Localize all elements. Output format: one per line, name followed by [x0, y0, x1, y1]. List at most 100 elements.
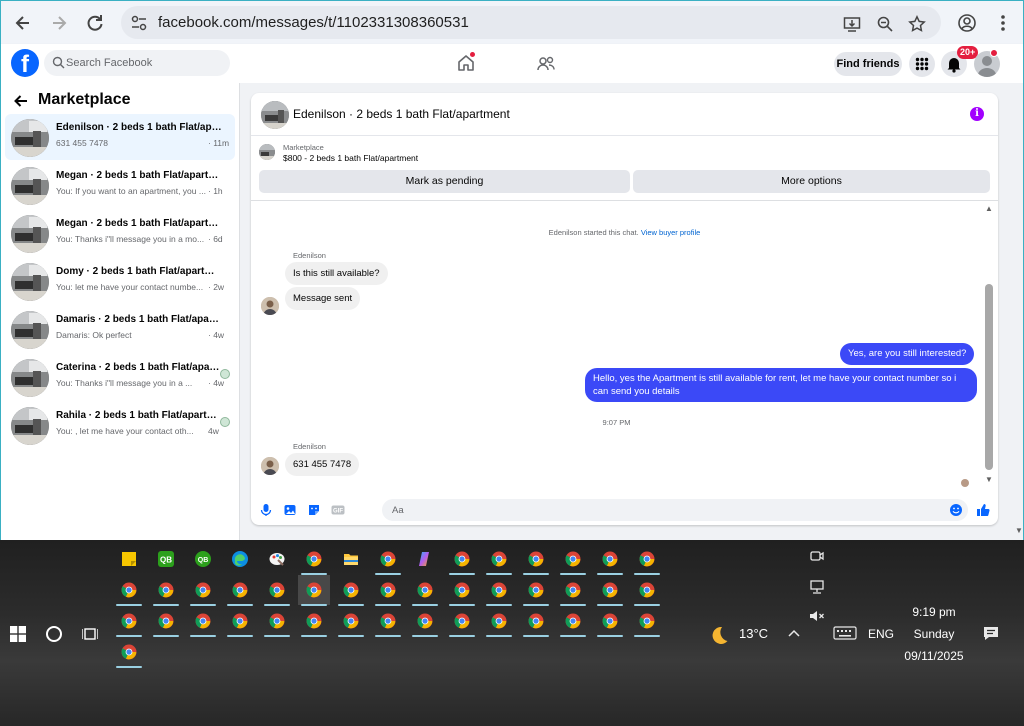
file-explorer-app[interactable] — [335, 544, 367, 574]
profile-icon[interactable] — [954, 10, 980, 36]
facebook-logo[interactable]: f — [11, 49, 39, 77]
windows-start-icon[interactable] — [10, 626, 26, 642]
chrome-window-app[interactable] — [631, 575, 663, 606]
meet-now-icon[interactable] — [808, 547, 826, 565]
chrome-window-app[interactable] — [113, 606, 145, 637]
chrome-window-app[interactable] — [483, 606, 515, 637]
chrome-window-app[interactable] — [150, 575, 182, 606]
photo-icon[interactable] — [283, 503, 297, 517]
scroll-down-icon[interactable]: ▼ — [984, 476, 994, 484]
find-friends-button[interactable]: Find friends — [834, 52, 902, 76]
chrome-window-app[interactable] — [150, 606, 182, 637]
chrome-window-app[interactable] — [113, 637, 145, 668]
page-scrollbar[interactable]: ▼ — [1014, 83, 1024, 540]
chrome-window-app[interactable] — [594, 544, 626, 575]
conversation-item[interactable]: Megan · 2 beds 1 bath Flat/apartment You:… — [5, 210, 235, 256]
conversation-item[interactable]: Domy · 2 beds 1 bath Flat/apartment You: … — [5, 258, 235, 304]
chrome-window-app[interactable] — [446, 606, 478, 637]
network-icon[interactable] — [808, 578, 826, 596]
chrome-window-app[interactable] — [409, 606, 441, 637]
sender-avatar[interactable] — [261, 457, 279, 475]
chrome-window-app[interactable] — [557, 544, 589, 575]
incoming-message[interactable]: Is this still available? — [285, 262, 388, 285]
volume-muted-icon[interactable] — [808, 607, 826, 625]
chrome-window-app[interactable] — [372, 544, 404, 575]
chrome-window-app[interactable] — [594, 606, 626, 637]
listing-summary[interactable]: Marketplace $800 - 2 beds 1 bath Flat/ap… — [251, 136, 998, 166]
quickbooks-app[interactable]: QB — [150, 544, 182, 574]
chrome-window-app[interactable] — [113, 575, 145, 606]
copilot-app[interactable] — [409, 544, 441, 574]
message-input[interactable] — [382, 499, 968, 521]
friends-icon[interactable] — [536, 54, 556, 74]
browser-menu-icon[interactable] — [990, 10, 1016, 36]
chrome-window-app[interactable] — [224, 606, 256, 637]
back-arrow-icon[interactable] — [10, 10, 36, 36]
forward-arrow-icon[interactable] — [46, 10, 72, 36]
chrome-window-app[interactable] — [372, 575, 404, 606]
conversation-item[interactable]: Damaris · 2 beds 1 bath Flat/apartment Da… — [5, 306, 235, 352]
bookmark-star-icon[interactable] — [908, 15, 926, 33]
chrome-window-app[interactable] — [557, 606, 589, 637]
keyboard-icon[interactable] — [833, 624, 857, 642]
action-center-icon[interactable] — [982, 624, 1000, 642]
chrome-window-app[interactable] — [224, 575, 256, 606]
chrome-window-app[interactable] — [187, 575, 219, 606]
thumbs-up-icon[interactable] — [976, 503, 990, 517]
sticky-notes-app[interactable] — [113, 544, 145, 574]
task-view-icon[interactable] — [81, 626, 99, 642]
chrome-window-app[interactable] — [446, 544, 478, 575]
view-buyer-profile-link[interactable]: View buyer profile — [641, 228, 700, 237]
outgoing-message[interactable]: Hello, yes the Apartment is still availa… — [585, 368, 977, 402]
paint-app[interactable] — [261, 544, 293, 574]
reload-icon[interactable] — [82, 10, 108, 36]
conversation-item[interactable]: Rahila · 2 beds 1 bath Flat/apartment You… — [5, 402, 235, 448]
chrome-window-app[interactable] — [187, 606, 219, 637]
clock-time[interactable]: 9:19 pm — [898, 605, 970, 619]
taskbar-search-icon[interactable] — [46, 626, 62, 642]
address-bar[interactable]: facebook.com/messages/t/1102331308360531 — [121, 6, 941, 39]
chrome-window-app[interactable] — [409, 575, 441, 606]
outgoing-message[interactable]: Yes, are you still interested? — [840, 343, 975, 365]
mark-as-pending-button[interactable]: Mark as pending — [259, 170, 630, 193]
facebook-search[interactable] — [44, 50, 230, 76]
chat-scrollbar[interactable] — [985, 284, 993, 470]
search-input[interactable] — [66, 54, 224, 72]
clock-day[interactable]: Sunday — [898, 627, 970, 641]
back-arrow-icon[interactable] — [13, 93, 29, 109]
info-icon[interactable]: i — [970, 107, 984, 121]
chrome-window-app[interactable] — [557, 575, 589, 606]
chrome-window-app[interactable] — [298, 544, 330, 575]
sender-avatar[interactable] — [261, 297, 279, 315]
chrome-window-app[interactable] — [594, 575, 626, 606]
chrome-window-app[interactable] — [520, 544, 552, 575]
language-indicator[interactable]: ENG — [868, 627, 894, 641]
incoming-message[interactable]: 631 455 7478 — [285, 453, 360, 476]
chrome-window-app[interactable] — [520, 575, 552, 606]
clock-date[interactable]: 09/11/2025 — [898, 649, 970, 663]
conversation-item[interactable]: Edenilson · 2 beds 1 bath Flat/apartment… — [5, 114, 235, 160]
weather-temperature[interactable]: 13°C — [739, 626, 768, 641]
chrome-window-app[interactable] — [483, 544, 515, 575]
chrome-window-app[interactable] — [298, 606, 330, 637]
chrome-window-app[interactable] — [261, 606, 293, 637]
show-hidden-icons-chevron-icon[interactable] — [785, 624, 803, 642]
chrome-window-app[interactable] — [335, 575, 367, 606]
conversation-item[interactable]: Caterina · 2 beds 1 bath Flat/apartment Y… — [5, 354, 235, 400]
edge-app[interactable] — [224, 544, 256, 574]
page-scroll-down-icon[interactable]: ▼ — [1015, 526, 1023, 535]
chrome-window-app[interactable] — [631, 544, 663, 575]
chat-listing-thumbnail[interactable] — [261, 101, 289, 129]
zoom-icon[interactable] — [876, 15, 894, 33]
chrome-window-app[interactable] — [335, 606, 367, 637]
microphone-icon[interactable] — [259, 503, 273, 517]
chrome-window-app[interactable] — [446, 575, 478, 606]
emoji-icon[interactable] — [949, 503, 963, 517]
chrome-window-app[interactable] — [520, 606, 552, 637]
chrome-window-app[interactable] — [372, 606, 404, 637]
install-app-icon[interactable] — [843, 15, 861, 33]
menu-grid-button[interactable] — [909, 51, 935, 77]
conversation-item[interactable]: Megan · 2 beds 1 bath Flat/apartment You:… — [5, 162, 235, 208]
weather-moon-icon[interactable] — [708, 624, 730, 646]
chrome-window-app[interactable] — [631, 606, 663, 637]
